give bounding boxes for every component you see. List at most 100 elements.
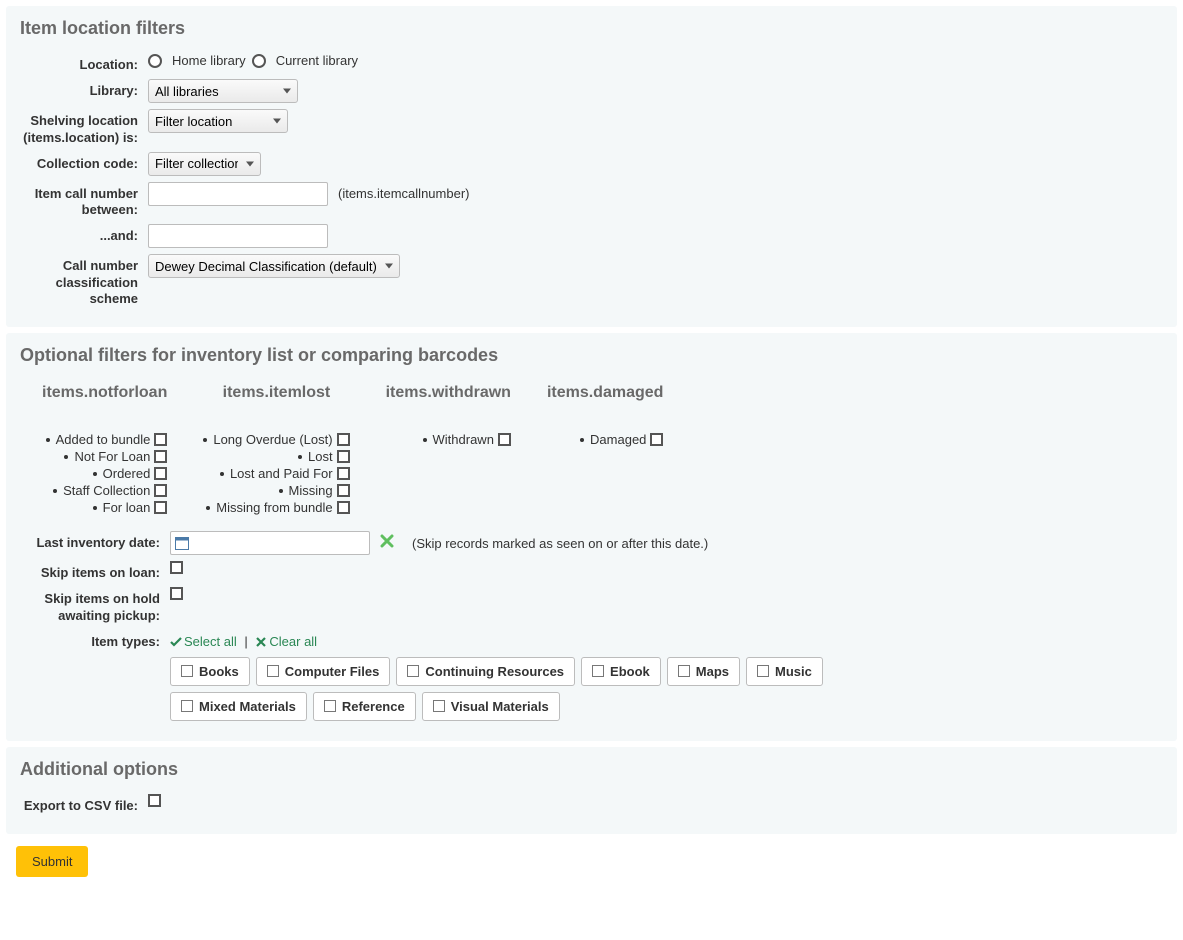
status-col-itemlost: items.itemlost Long Overdue (Lost) Lost …: [203, 384, 349, 517]
lost-paid-checkbox[interactable]: [337, 467, 350, 480]
bullet-icon: [206, 506, 210, 510]
not-for-loan-checkbox[interactable]: [154, 450, 167, 463]
itemtype-checkbox[interactable]: [592, 665, 604, 677]
callnumber-from-row: Item call number between: (items.itemcal…: [20, 182, 1163, 219]
for-loan-checkbox[interactable]: [154, 501, 167, 514]
library-select[interactable]: All libraries: [148, 79, 298, 103]
shelving-row: Shelving location (items.location) is: F…: [20, 109, 1163, 146]
skip-hold-checkbox[interactable]: [170, 587, 183, 600]
itemtype-checkbox[interactable]: [324, 700, 336, 712]
item-location-filters-legend: Item location filters: [20, 18, 1163, 47]
select-all-link[interactable]: Select all: [170, 634, 240, 649]
status-columns: items.notforloan Added to bundle Not For…: [42, 384, 1163, 517]
itemtype-mixed-materials[interactable]: Mixed Materials: [170, 692, 307, 721]
clear-date-icon[interactable]: [380, 534, 394, 553]
last-inventory-date-input[interactable]: [170, 531, 370, 555]
skip-loan-label: Skip items on loan:: [20, 561, 170, 581]
status-col-notforloan-header: items.notforloan: [42, 384, 167, 402]
itemtype-books[interactable]: Books: [170, 657, 250, 686]
submit-button[interactable]: Submit: [16, 846, 88, 877]
missing-bundle-checkbox[interactable]: [337, 501, 350, 514]
last-inventory-row: Last inventory date: (Skip records marke…: [20, 531, 1163, 555]
callnumber-from-label: Item call number between:: [20, 182, 148, 219]
staff-collection-checkbox[interactable]: [154, 484, 167, 497]
bullet-icon: [93, 506, 97, 510]
callnumber-to-input[interactable]: [148, 224, 328, 248]
bullet-icon: [220, 472, 224, 476]
bullet-icon: [93, 472, 97, 476]
status-col-withdrawn: items.withdrawn Withdrawn: [386, 384, 511, 517]
library-label: Library:: [20, 79, 148, 99]
lost-checkbox[interactable]: [337, 450, 350, 463]
itemtype-checkbox[interactable]: [267, 665, 279, 677]
long-overdue-checkbox[interactable]: [337, 433, 350, 446]
additional-options-fieldset: Additional options Export to CSV file:: [6, 747, 1177, 834]
missing-checkbox[interactable]: [337, 484, 350, 497]
pipe-separator: |: [244, 634, 247, 649]
skip-hold-label: Skip items on hold awaiting pickup:: [20, 587, 170, 624]
bullet-icon: [46, 438, 50, 442]
status-col-damaged-header: items.damaged: [547, 384, 663, 402]
status-col-withdrawn-header: items.withdrawn: [386, 384, 511, 402]
damaged-checkbox[interactable]: [650, 433, 663, 446]
itemtype-visual-materials[interactable]: Visual Materials: [422, 692, 560, 721]
bullet-icon: [203, 438, 207, 442]
itemtype-ebook[interactable]: Ebook: [581, 657, 661, 686]
last-inventory-label: Last inventory date:: [20, 531, 170, 551]
home-library-radio-label: Home library: [172, 53, 246, 68]
home-library-radio[interactable]: [148, 54, 162, 68]
itemtype-continuing-resources[interactable]: Continuing Resources: [396, 657, 575, 686]
itemtype-maps[interactable]: Maps: [667, 657, 740, 686]
callnumber-to-label: ...and:: [20, 224, 148, 244]
callnumber-to-row: ...and:: [20, 224, 1163, 248]
library-row: Library: All libraries: [20, 79, 1163, 103]
last-inventory-hint: (Skip records marked as seen on or after…: [412, 536, 708, 551]
itemtypes-label: Item types:: [20, 630, 170, 650]
callnumber-hint: (items.itemcallnumber): [338, 186, 469, 201]
itemtype-music[interactable]: Music: [746, 657, 823, 686]
bullet-icon: [423, 438, 427, 442]
bullet-icon: [53, 489, 57, 493]
status-col-itemlost-header: items.itemlost: [203, 384, 349, 402]
itemtype-reference[interactable]: Reference: [313, 692, 416, 721]
callnumber-from-input[interactable]: [148, 182, 328, 206]
itemtype-checkbox[interactable]: [433, 700, 445, 712]
withdrawn-checkbox[interactable]: [498, 433, 511, 446]
scheme-select[interactable]: Dewey Decimal Classification (default): [148, 254, 400, 278]
scheme-label: Call number classification scheme: [20, 254, 148, 307]
added-to-bundle-checkbox[interactable]: [154, 433, 167, 446]
skip-loan-row: Skip items on loan:: [20, 561, 1163, 581]
current-library-radio-label: Current library: [276, 53, 358, 68]
shelving-label: Shelving location (items.location) is:: [20, 109, 148, 146]
status-col-damaged: items.damaged Damaged: [547, 384, 663, 517]
itemtype-checkbox[interactable]: [757, 665, 769, 677]
export-csv-checkbox[interactable]: [148, 794, 161, 807]
collection-select[interactable]: Filter collection: [148, 152, 261, 176]
itemtype-computer-files[interactable]: Computer Files: [256, 657, 391, 686]
skip-hold-row: Skip items on hold awaiting pickup:: [20, 587, 1163, 624]
additional-options-legend: Additional options: [20, 759, 1163, 788]
itemtypes-row: Item types: Select all | Clear all Books…: [20, 630, 1163, 721]
bullet-icon: [298, 455, 302, 459]
itemtype-checkbox[interactable]: [678, 665, 690, 677]
status-col-notforloan: items.notforloan Added to bundle Not For…: [42, 384, 167, 517]
collection-row: Collection code: Filter collection: [20, 152, 1163, 176]
optional-filters-legend: Optional filters for inventory list or c…: [20, 345, 1163, 374]
bullet-icon: [64, 455, 68, 459]
location-label: Location:: [20, 53, 148, 73]
itemtype-checkbox[interactable]: [407, 665, 419, 677]
scheme-row: Call number classification scheme Dewey …: [20, 254, 1163, 307]
current-library-radio[interactable]: [252, 54, 266, 68]
bullet-icon: [279, 489, 283, 493]
item-location-filters-fieldset: Item location filters Location: Home lib…: [6, 6, 1177, 327]
skip-loan-checkbox[interactable]: [170, 561, 183, 574]
location-row: Location: Home library Current library: [20, 53, 1163, 73]
itemtype-checkbox[interactable]: [181, 665, 193, 677]
itemtype-checkbox[interactable]: [181, 700, 193, 712]
shelving-select[interactable]: Filter location: [148, 109, 288, 133]
calendar-icon: [175, 536, 189, 550]
ordered-checkbox[interactable]: [154, 467, 167, 480]
clear-all-link[interactable]: Clear all: [255, 634, 317, 649]
bullet-icon: [580, 438, 584, 442]
export-csv-label: Export to CSV file:: [20, 794, 148, 814]
